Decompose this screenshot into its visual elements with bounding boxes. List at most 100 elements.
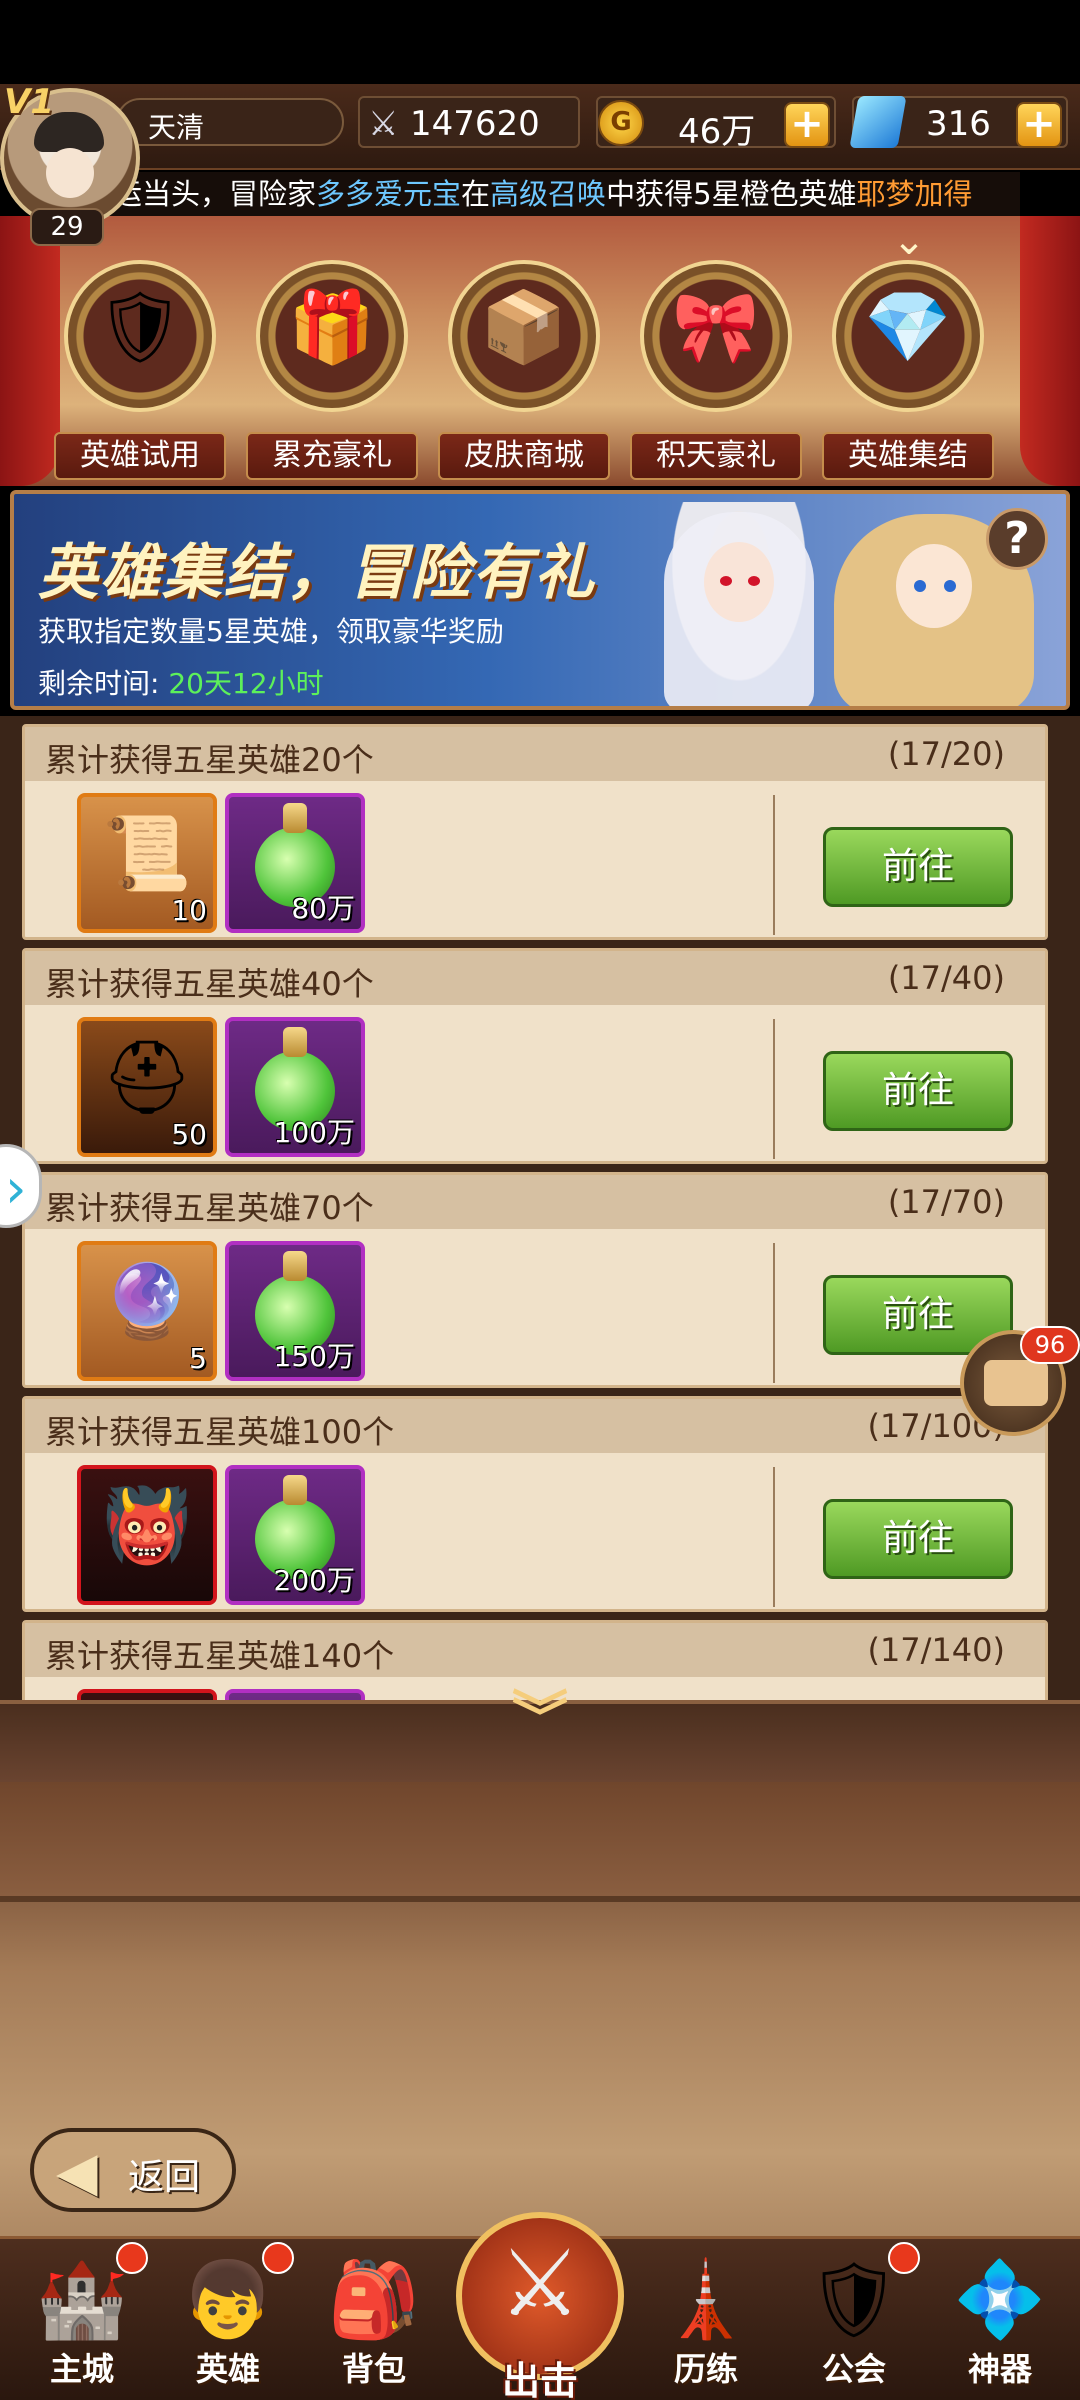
- tab-label: 英雄集结: [822, 432, 994, 480]
- task-card: 累计获得五星英雄40个 (17/40) ⛑ 50 100万 前往: [22, 948, 1048, 1164]
- add-gold-button[interactable]: +: [784, 102, 830, 148]
- reward-item[interactable]: 🔮 5: [77, 1241, 217, 1381]
- add-gems-button[interactable]: +: [1016, 102, 1062, 148]
- gem-counter: 316 +: [849, 96, 1068, 148]
- reward-quantity: 5: [189, 1342, 207, 1375]
- tower-icon: 🗼: [659, 2257, 753, 2343]
- tab-label: 积天豪礼: [630, 432, 802, 480]
- player-name-pill[interactable]: 天清: [116, 98, 344, 146]
- reward-item[interactable]: 150万: [225, 1241, 365, 1381]
- tab-skin-shop[interactable]: 📦 皮肤商城: [438, 260, 610, 480]
- task-header: 累计获得五星英雄100个 (17/100): [25, 1399, 1045, 1453]
- help-button[interactable]: ?: [986, 508, 1048, 570]
- hero-portrait-white-hair: [654, 502, 824, 706]
- card-divider: [773, 1243, 775, 1383]
- scroll-icon: 📜: [102, 811, 192, 895]
- nav-label: 神器: [967, 2350, 1032, 2388]
- nav-battle[interactable]: ⚔ 出击: [456, 2212, 624, 2400]
- nav-backpack[interactable]: 🎒 背包: [304, 2240, 444, 2400]
- task-header: 累计获得五星英雄70个 (17/70): [25, 1175, 1045, 1229]
- timer-value: 20天12小时: [168, 667, 324, 700]
- tab-hero-trial[interactable]: 🛡 英雄试用: [54, 260, 226, 480]
- reward-quantity: 150万: [273, 1340, 355, 1373]
- gem-value: 316: [926, 104, 991, 144]
- event-banner: 英雄集结，冒险有礼 获取指定数量5星英雄，领取豪华奖励 剩余时间: 20天12小…: [10, 490, 1070, 710]
- reward-item[interactable]: 📜 10: [77, 793, 217, 933]
- timer-label: 剩余时间:: [38, 667, 160, 700]
- nav-guild[interactable]: 🛡 公会: [784, 2240, 924, 2400]
- nav-label: 英雄: [195, 2350, 260, 2388]
- task-progress: (17/40): [887, 959, 1005, 997]
- reward-quantity: 10: [171, 894, 207, 927]
- reward-item[interactable]: 200万: [225, 1465, 365, 1605]
- back-button[interactable]: ◀ 返回: [30, 2128, 236, 2212]
- goto-button[interactable]: 前往: [823, 827, 1013, 907]
- combat-power-value: 147620: [410, 104, 540, 144]
- notification-dot: [116, 2242, 148, 2274]
- task-card: 累计获得五星英雄100个 (17/100) 👹 200万 前往: [22, 1396, 1048, 1612]
- task-progress: (17/20): [887, 735, 1005, 773]
- task-title: 累计获得五星英雄70个: [45, 1189, 374, 1227]
- crossed-swords-icon: ⚔: [368, 104, 399, 144]
- card-divider: [773, 1019, 775, 1159]
- reward-item[interactable]: 👹: [77, 1465, 217, 1605]
- nav-main-city[interactable]: 🏰 主城: [12, 2240, 152, 2400]
- task-title: 累计获得五星英雄40个: [45, 965, 374, 1003]
- demon-helmet-icon: 👹: [102, 1483, 192, 1567]
- player-level: 29: [30, 208, 104, 246]
- nav-training[interactable]: 🗼 历练: [636, 2240, 776, 2400]
- task-title: 累计获得五星英雄140个: [45, 1637, 395, 1675]
- task-card: 累计获得五星英雄20个 (17/20) 📜 10 80万 前往: [22, 724, 1048, 940]
- tab-label: 英雄试用: [54, 432, 226, 480]
- daily-gift-icon: 🎀: [672, 286, 760, 368]
- notification-dot: [888, 2242, 920, 2274]
- reward-item[interactable]: [225, 1689, 365, 1700]
- reward-item[interactable]: [77, 1689, 217, 1700]
- curtain-right: [1020, 216, 1080, 486]
- task-list[interactable]: 累计获得五星英雄20个 (17/20) 📜 10 80万 前往 累计获得五星英雄…: [0, 716, 1080, 1700]
- tab-label: 皮肤商城: [438, 432, 610, 480]
- goto-button[interactable]: 前往: [823, 1499, 1013, 1579]
- player-name: 天清: [148, 111, 205, 144]
- gold-counter: G 46万 +: [596, 96, 836, 152]
- tab-hero-gather[interactable]: 💎 英雄集结: [822, 260, 994, 480]
- gold-value: 46万: [678, 112, 756, 152]
- nav-artifact[interactable]: 💠 神器: [930, 2240, 1070, 2400]
- marquee-text: 中获得5星橙色英雄: [606, 177, 857, 211]
- tab-daily-gift[interactable]: 🎀 积天豪礼: [630, 260, 802, 480]
- card-divider: [773, 795, 775, 935]
- task-title: 累计获得五星英雄100个: [45, 1413, 395, 1451]
- task-progress: (17/140): [867, 1631, 1005, 1669]
- crystal-icon: 💠: [953, 2257, 1047, 2343]
- task-progress: (17/70): [887, 1183, 1005, 1221]
- vip-badge: V1: [4, 82, 54, 122]
- selected-tab-indicator-icon: ⌄: [892, 218, 926, 264]
- reward-quantity: 100万: [273, 1116, 355, 1149]
- tab-label: 累充豪礼: [246, 432, 418, 480]
- nav-label: 历练: [673, 2350, 738, 2388]
- nav-label: 公会: [821, 2350, 886, 2388]
- avatar-face: [46, 148, 94, 198]
- chat-unread-badge: 96: [1020, 1326, 1080, 1364]
- chevron-right-icon: ›: [5, 1157, 27, 1220]
- crystal-orb-icon: 🔮: [102, 1259, 192, 1343]
- backpack-icon: 🎒: [327, 2257, 421, 2343]
- scroll-down-icon[interactable]: ︾: [508, 1691, 572, 1750]
- crossed-swords-icon: ⚔: [498, 2230, 582, 2337]
- marquee-place: 高级召唤: [490, 177, 607, 211]
- banner-timer: 剩余时间: 20天12小时: [38, 662, 324, 702]
- goto-button[interactable]: 前往: [823, 1051, 1013, 1131]
- marquee-text: 在: [461, 177, 491, 211]
- chat-button[interactable]: 96: [960, 1326, 1080, 1436]
- reward-item[interactable]: 80万: [225, 793, 365, 933]
- reward-quantity: 80万: [291, 892, 355, 925]
- reward-item[interactable]: 100万: [225, 1017, 365, 1157]
- task-header: 累计获得五星英雄20个 (17/20): [25, 727, 1045, 781]
- task-title: 累计获得五星英雄20个: [45, 741, 374, 779]
- skin-shop-icon: 📦: [480, 286, 568, 368]
- back-label: 返回: [128, 2157, 201, 2198]
- nav-heroes[interactable]: 👦 英雄: [158, 2240, 298, 2400]
- status-bar: [0, 0, 1080, 84]
- reward-item[interactable]: ⛑ 50: [77, 1017, 217, 1157]
- tab-recharge-gift[interactable]: 🎁 累充豪礼: [246, 260, 418, 480]
